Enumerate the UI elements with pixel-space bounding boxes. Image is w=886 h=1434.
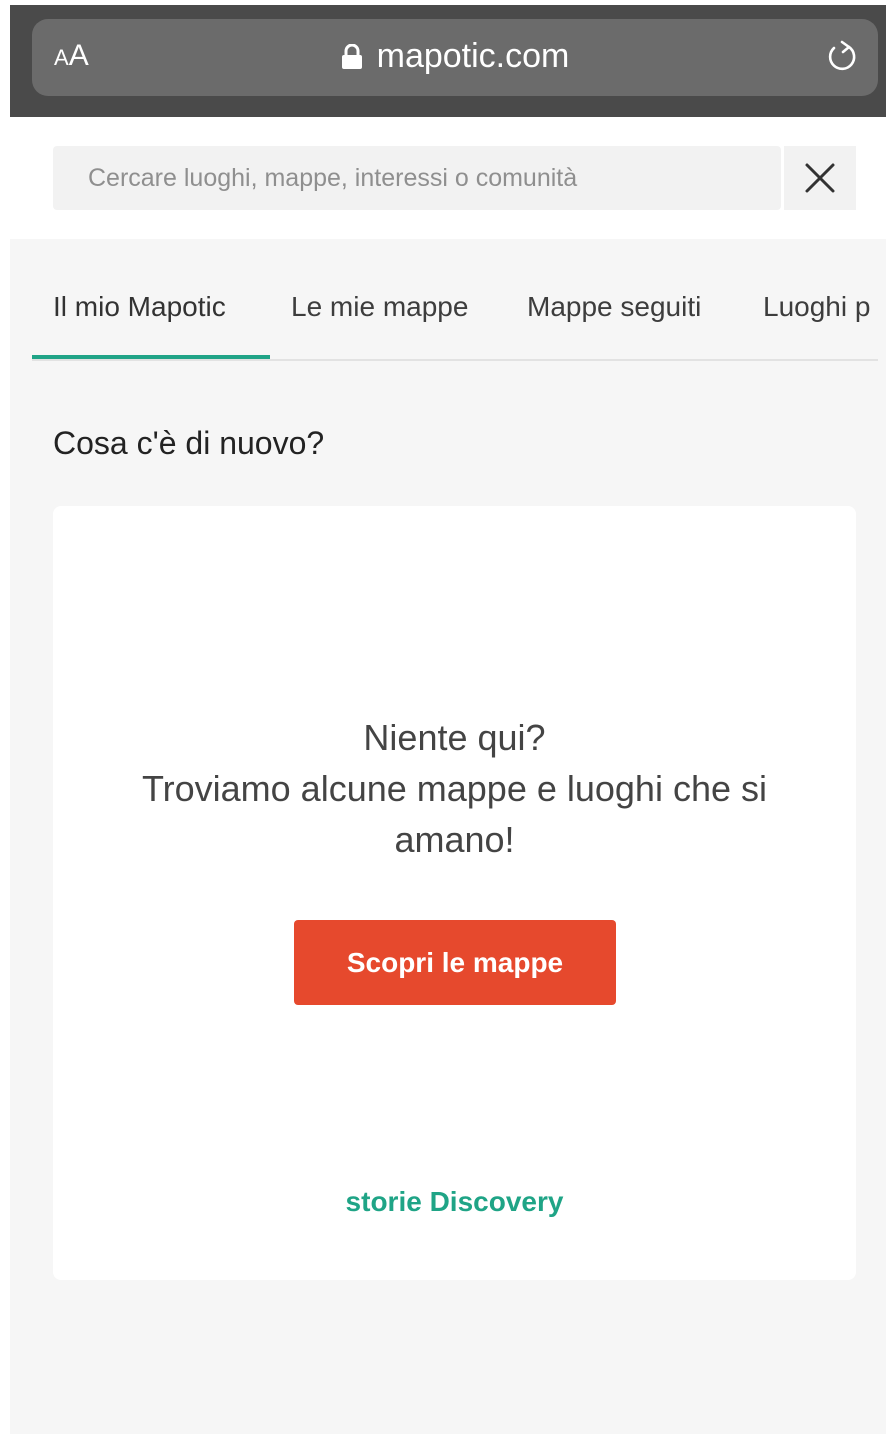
- empty-state-card: Niente qui? Troviamo alcune mappe e luog…: [53, 506, 856, 1280]
- address-bar[interactable]: A A mapotic.com: [32, 19, 878, 96]
- empty-line-2: Troviamo alcune mappe e luoghi che si: [141, 768, 767, 809]
- lock-icon: [341, 43, 363, 70]
- search-input[interactable]: [86, 162, 781, 194]
- main-content: Il mio Mapotic Le mie mappe Mappe seguit…: [10, 239, 886, 1434]
- search-box[interactable]: [53, 146, 781, 210]
- tab-luoghi[interactable]: Luoghi p: [763, 291, 870, 323]
- reload-icon[interactable]: [822, 37, 862, 77]
- tab-bar: Il mio Mapotic Le mie mappe Mappe seguit…: [32, 239, 878, 361]
- url-display[interactable]: mapotic.com: [32, 37, 878, 76]
- empty-state-message: Niente qui? Troviamo alcune mappe e luog…: [53, 712, 856, 865]
- tab-le-mie-mappe[interactable]: Le mie mappe: [291, 291, 468, 323]
- section-title: Cosa c'è di nuovo?: [53, 425, 325, 461]
- search-bar: [0, 117, 886, 239]
- empty-line-1: Niente qui?: [363, 717, 546, 758]
- tab-mappe-seguiti[interactable]: Mappe seguiti: [527, 291, 701, 323]
- browser-toolbar: A A mapotic.com: [10, 5, 886, 117]
- discovery-stories-link[interactable]: storie Discovery: [53, 1186, 856, 1218]
- discover-maps-button[interactable]: Scopri le mappe: [294, 920, 616, 1005]
- tab-il-mio-mapotic[interactable]: Il mio Mapotic: [53, 291, 226, 323]
- empty-line-3: amano!: [394, 819, 515, 860]
- url-text: mapotic.com: [376, 37, 570, 75]
- active-tab-indicator: [32, 355, 270, 359]
- close-search-button[interactable]: [784, 146, 856, 210]
- close-icon: [805, 163, 835, 193]
